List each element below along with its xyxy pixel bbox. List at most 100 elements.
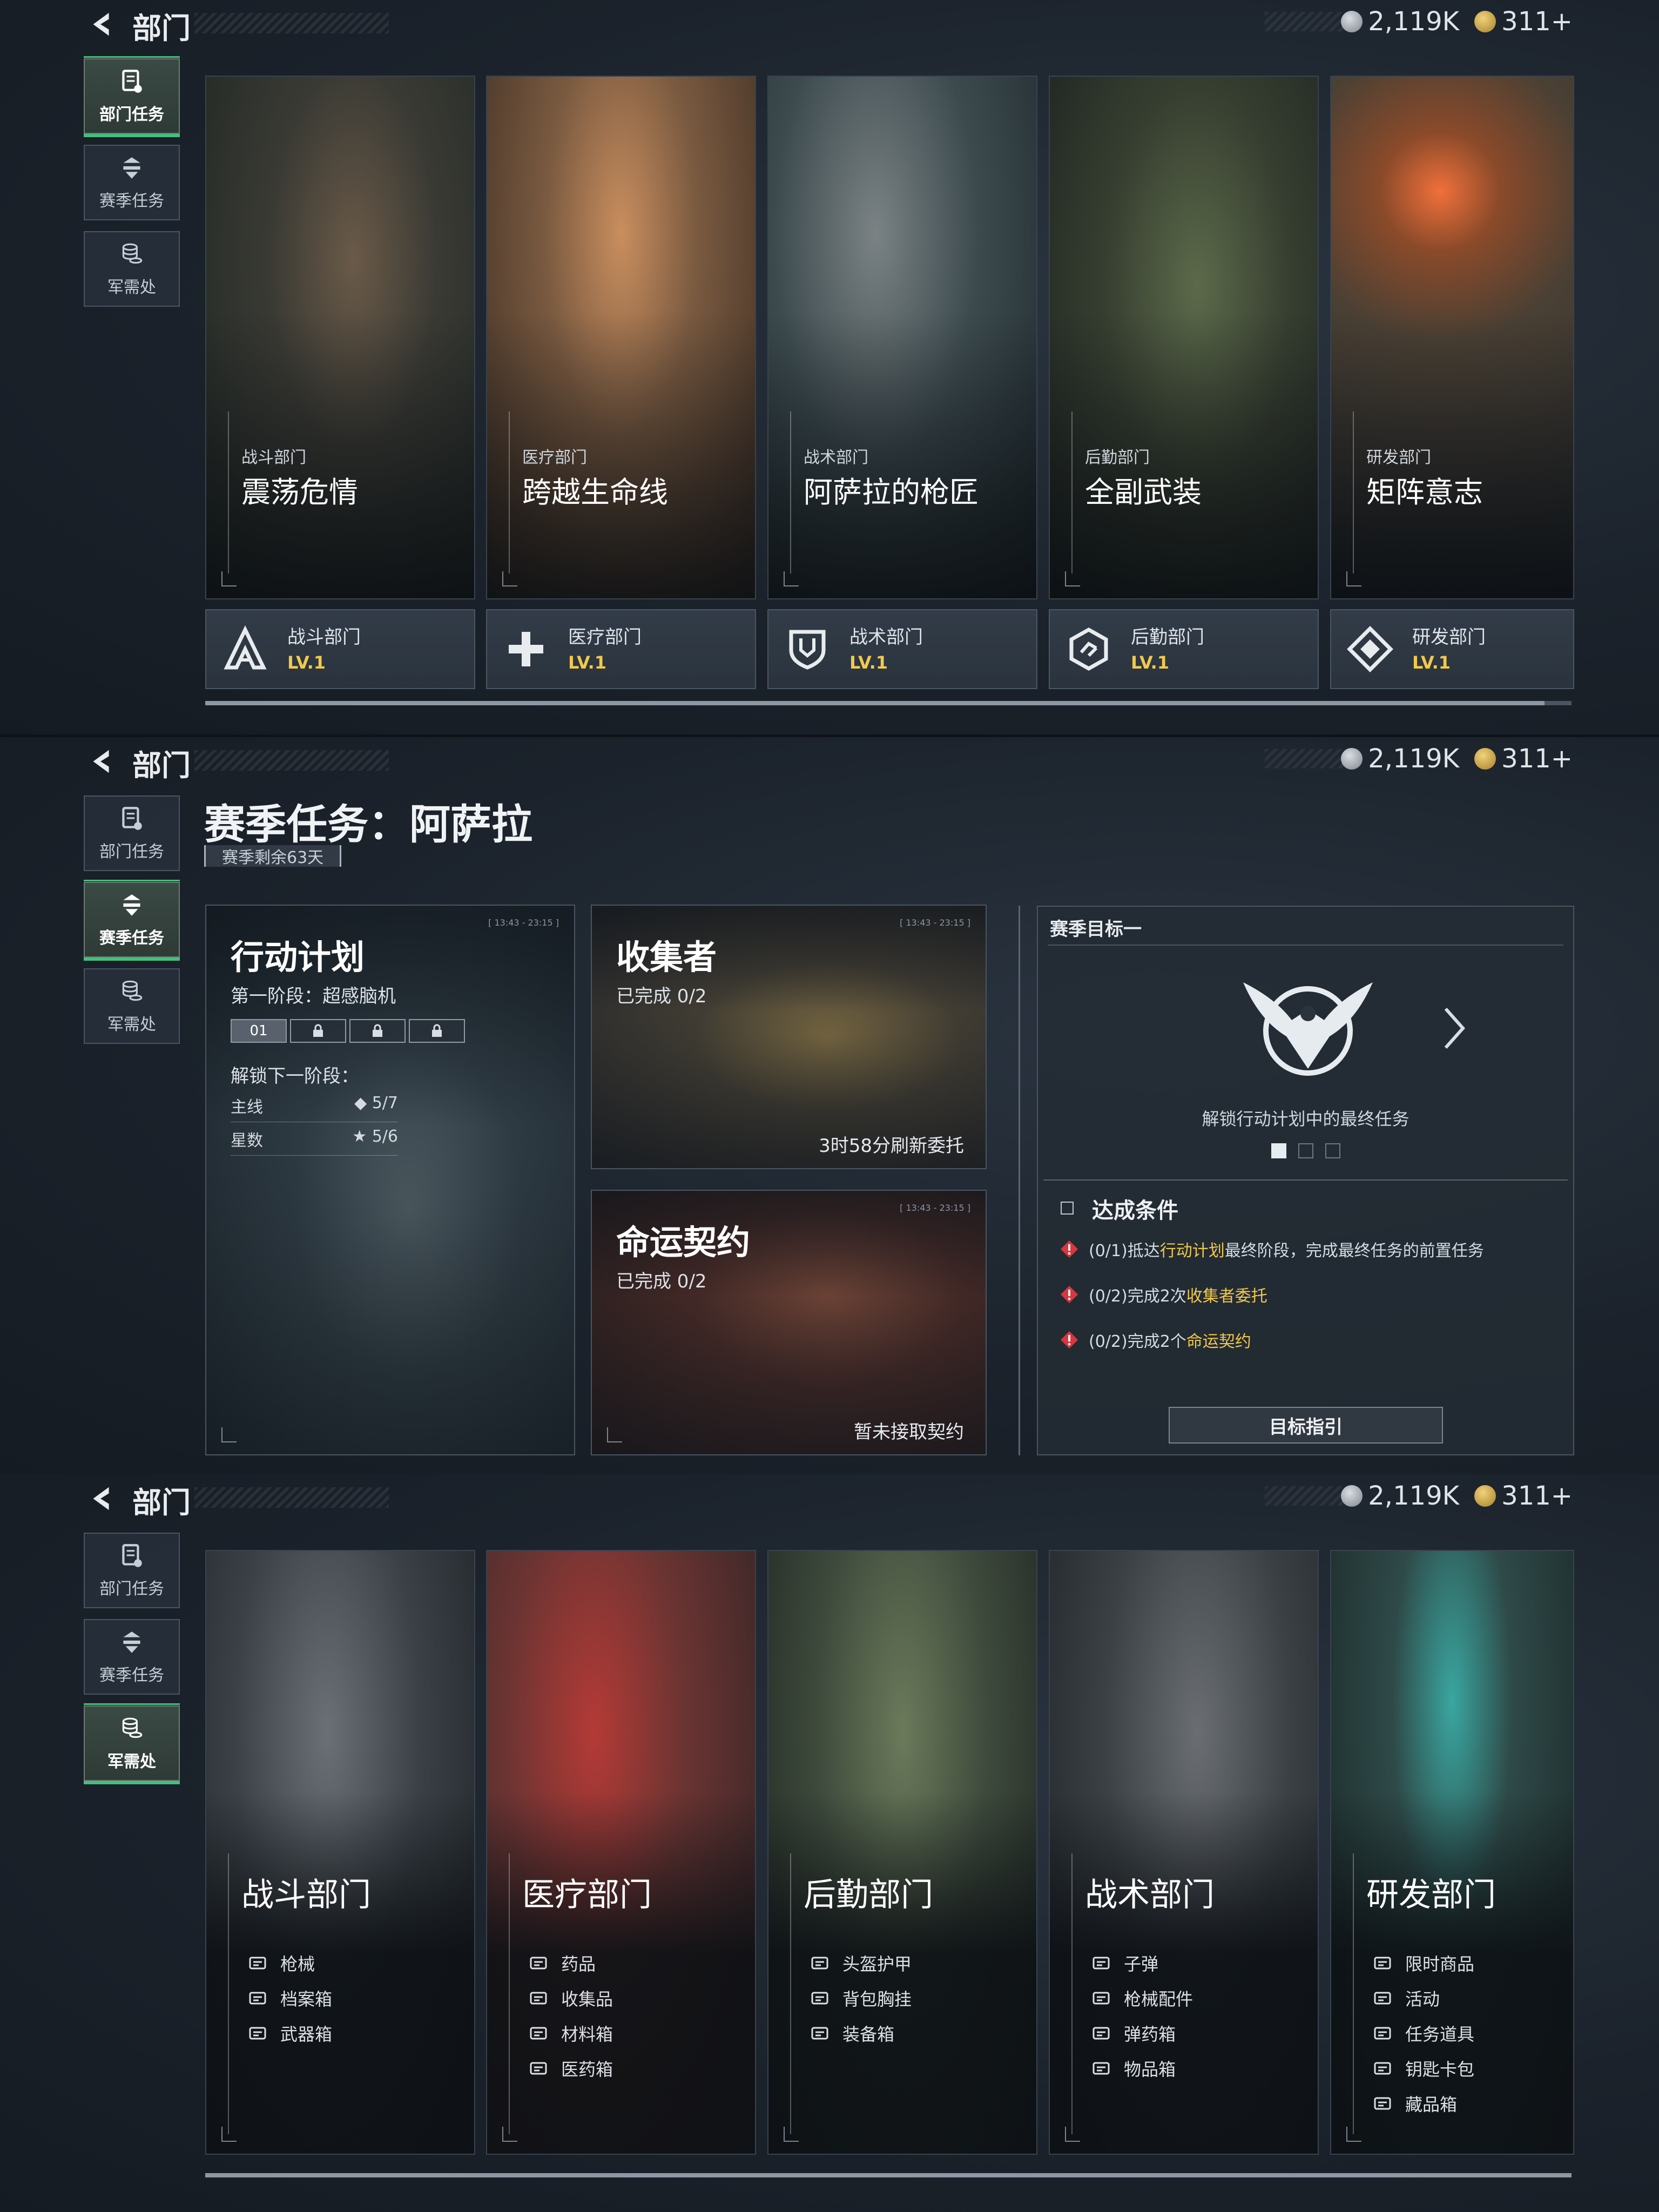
- gold-amount[interactable]: 311+: [1501, 1481, 1573, 1511]
- department-name: 战术部门: [849, 626, 923, 648]
- gold-amount[interactable]: 311+: [1501, 744, 1573, 774]
- mission-card-combat[interactable]: 战斗部门 震荡危情: [205, 76, 475, 599]
- department-level-logistics[interactable]: 后勤部门 LV.1: [1049, 609, 1319, 689]
- mission-card-tactical[interactable]: 战术部门 阿萨拉的枪匠: [767, 76, 1037, 599]
- card-department: 研发部门: [1366, 448, 1431, 467]
- corner-mark-icon: [784, 571, 799, 586]
- supply-category[interactable]: 藏品箱: [1372, 2086, 1474, 2121]
- season-remaining-badge: 赛季剩余63天: [204, 845, 342, 867]
- mission-card-medical[interactable]: 医疗部门 跨越生命线: [486, 76, 756, 599]
- nav-supply[interactable]: 军需处: [84, 968, 180, 1044]
- supply-card[interactable]: 后勤部门 头盔护甲 背包胸挂 装备箱: [767, 1550, 1037, 2155]
- page-dot[interactable]: [1298, 1143, 1313, 1158]
- supply-category[interactable]: 活动: [1372, 1980, 1474, 2015]
- back-button[interactable]: [81, 5, 124, 43]
- nav-season-missions[interactable]: 赛季任务: [84, 1619, 180, 1695]
- mission-card-logistics[interactable]: 后勤部门 全副武装: [1049, 76, 1319, 599]
- scrollbar-thumb[interactable]: [205, 2173, 1572, 2177]
- page-dot[interactable]: [1325, 1143, 1340, 1158]
- condition-row: (0/1)抵达 行动计划 最终阶段，完成最终任务的前置任务: [1060, 1237, 1484, 1261]
- equipment-box-icon: [811, 2027, 828, 2039]
- goal-guide-button[interactable]: 目标指引: [1169, 1407, 1443, 1444]
- silver-coin-icon: [1341, 1485, 1363, 1507]
- nav-label: 赛季任务: [99, 192, 164, 211]
- nav-department-missions[interactable]: 部门任务: [84, 795, 180, 871]
- keycard-icon: [1374, 2062, 1391, 2074]
- fate-contract-card[interactable]: [ 13:43 - 23:15 ] 命运契约 已完成 0/2 暂未接取契约: [591, 1190, 987, 1455]
- scrollbar-thumb[interactable]: [205, 701, 1545, 705]
- supply-category[interactable]: 装备箱: [809, 2015, 912, 2051]
- department-level-combat[interactable]: 战斗部门 LV.1: [205, 609, 475, 689]
- department-level: LV.1: [1412, 652, 1451, 673]
- department-level: LV.1: [1131, 652, 1170, 673]
- nav-supply[interactable]: 军需处: [84, 231, 180, 307]
- lock-icon: [313, 1024, 323, 1037]
- card-title: 命运契约: [616, 1223, 751, 1262]
- corner-mark-icon: [221, 571, 237, 586]
- supply-category[interactable]: 头盔护甲: [809, 1945, 912, 1980]
- silver-amount: 2,119K: [1368, 744, 1460, 774]
- card-title: 收集者: [616, 938, 717, 977]
- corner-mark-icon: [1065, 571, 1080, 586]
- back-button[interactable]: [81, 1480, 124, 1518]
- supply-card[interactable]: 研发部门 限时商品 活动 任务道具 钥匙卡包 藏品箱: [1330, 1550, 1574, 2155]
- supply-category[interactable]: 弹药箱: [1090, 2015, 1193, 2051]
- action-plan-card[interactable]: [ 13:43 - 23:15 ] 行动计划 第一阶段：超感脑机 01 解锁下一…: [205, 905, 575, 1455]
- silver-coin-icon: [1341, 11, 1363, 32]
- collector-card[interactable]: [ 13:43 - 23:15 ] 收集者 已完成 0/2 3时58分刷新委托: [591, 905, 987, 1169]
- card-progress: 已完成 0/2: [616, 1271, 707, 1292]
- department-level-research[interactable]: 研发部门 LV.1: [1330, 609, 1574, 689]
- research-diamond-icon: [1347, 626, 1393, 672]
- tactical-shield-icon: [789, 630, 826, 670]
- supply-card[interactable]: 战斗部门枪械 档案箱 武器箱: [205, 1550, 475, 2155]
- nav-season-missions[interactable]: 赛季任务: [84, 145, 180, 220]
- back-button[interactable]: [81, 743, 124, 780]
- supply-card[interactable]: 战术部门 子弹 枪械配件 弹药箱 物品箱: [1049, 1550, 1319, 2155]
- horizontal-scrollbar[interactable]: [205, 2173, 1572, 2177]
- supply-category[interactable]: 限时商品: [1372, 1945, 1474, 1980]
- title-decor: [194, 13, 389, 33]
- time-window: [ 13:43 - 23:15 ]: [488, 918, 559, 928]
- supply-category[interactable]: 武器箱: [247, 2015, 332, 2051]
- stage-label: 第一阶段：超感脑机: [231, 986, 396, 1007]
- supply-category[interactable]: 物品箱: [1090, 2051, 1193, 2086]
- supply-category[interactable]: 子弹: [1090, 1945, 1193, 1980]
- supply-category[interactable]: 档案箱: [247, 1980, 332, 2015]
- nav-department-missions[interactable]: 部门任务: [84, 1533, 180, 1608]
- supply-category[interactable]: 枪械配件: [1090, 1980, 1193, 2015]
- supply-department-name: 战斗部门: [241, 1876, 371, 1914]
- supply-category[interactable]: 任务道具: [1372, 2015, 1474, 2051]
- condition-row: (0/2)完成2个 命运契约: [1060, 1328, 1251, 1352]
- supply-category[interactable]: 枪械: [247, 1945, 332, 1980]
- page-dot[interactable]: [1271, 1143, 1286, 1158]
- department-level-medical[interactable]: 医疗部门 LV.1: [486, 609, 756, 689]
- card-mission-name: 跨越生命线: [522, 475, 668, 509]
- supply-category[interactable]: 背包胸挂: [809, 1980, 912, 2015]
- stage-progress: 01: [231, 1019, 465, 1043]
- corner-mark-icon: [221, 2127, 237, 2142]
- title-decor: [194, 1487, 389, 1508]
- supply-category-list: 枪械 档案箱 武器箱: [247, 1945, 332, 2051]
- mission-doc-icon: [122, 1544, 142, 1567]
- supply-category[interactable]: 材料箱: [528, 2015, 613, 2051]
- warning-icon: [1061, 1240, 1078, 1258]
- season-badge-icon: [123, 894, 140, 916]
- supply-category[interactable]: 医药箱: [528, 2051, 613, 2086]
- supply-card[interactable]: 医疗部门 药品 收集品 材料箱 医药箱: [486, 1550, 756, 2155]
- nav-label: 部门任务: [99, 105, 164, 124]
- horizontal-scrollbar[interactable]: [205, 701, 1572, 705]
- supply-category[interactable]: 收集品: [528, 1980, 613, 2015]
- nav-department-missions[interactable]: 部门任务: [84, 56, 180, 137]
- nav-season-missions[interactable]: 赛季任务: [84, 880, 180, 961]
- gold-amount[interactable]: 311+: [1501, 6, 1573, 37]
- department-level: LV.1: [287, 652, 326, 673]
- mission-card-research[interactable]: 研发部门 矩阵意志: [1330, 76, 1574, 599]
- corner-mark-icon: [1065, 2127, 1080, 2142]
- department-level-tactical[interactable]: 战术部门 LV.1: [767, 609, 1037, 689]
- supply-category[interactable]: 药品: [528, 1945, 613, 1980]
- star-stat: 星数 ★ 5/6: [231, 1127, 398, 1156]
- supply-category[interactable]: 钥匙卡包: [1372, 2051, 1474, 2086]
- nav-supply[interactable]: 军需处: [84, 1703, 180, 1784]
- next-goal-arrow[interactable]: [1438, 1001, 1471, 1055]
- card-department: 后勤部门: [1085, 448, 1150, 467]
